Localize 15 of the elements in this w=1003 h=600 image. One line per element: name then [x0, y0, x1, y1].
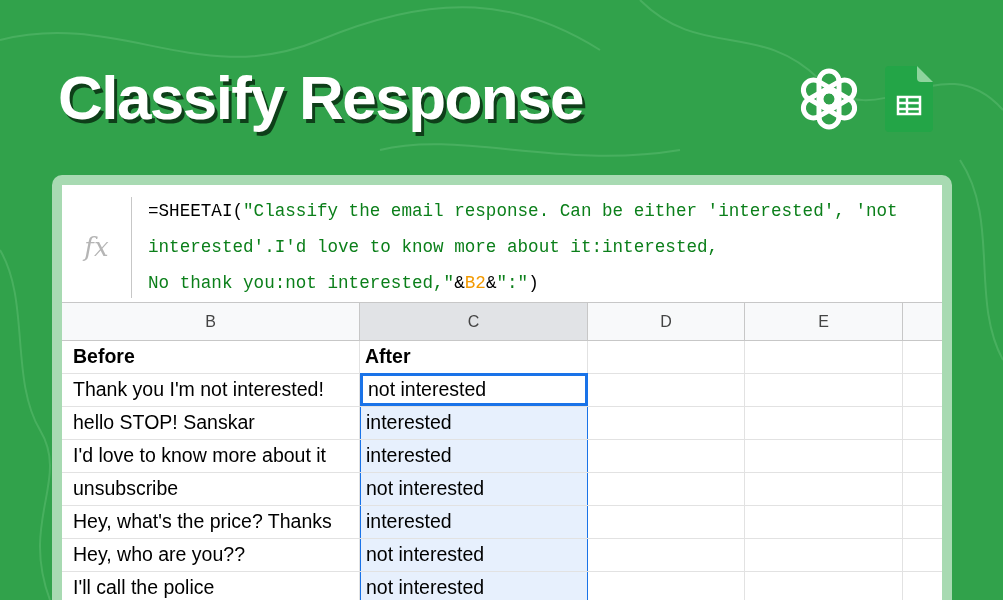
table-cell: interested: [360, 440, 588, 472]
table-cell: interested: [360, 506, 588, 538]
table-cell: not interested: [360, 572, 588, 600]
page-title: Classify Response: [58, 62, 583, 134]
column-header[interactable]: C: [360, 303, 588, 340]
spreadsheet-file-icon: [885, 66, 933, 132]
table-cell: not interested: [360, 473, 588, 505]
table-cell: not interested: [360, 373, 588, 406]
column-header[interactable]: D: [588, 303, 745, 340]
column-header[interactable]: E: [745, 303, 903, 340]
table-cell: interested: [360, 407, 588, 439]
table-cell: Before: [62, 341, 360, 373]
fx-label: fx: [84, 231, 109, 264]
formula-text[interactable]: =SHEETAI("Classify the email response. Can be either 'interested', 'not interested'.I'd love to know more about it:interested, No thank you:not interested,"&B2&":"): [132, 193, 898, 302]
table-cell: not interested: [360, 539, 588, 571]
